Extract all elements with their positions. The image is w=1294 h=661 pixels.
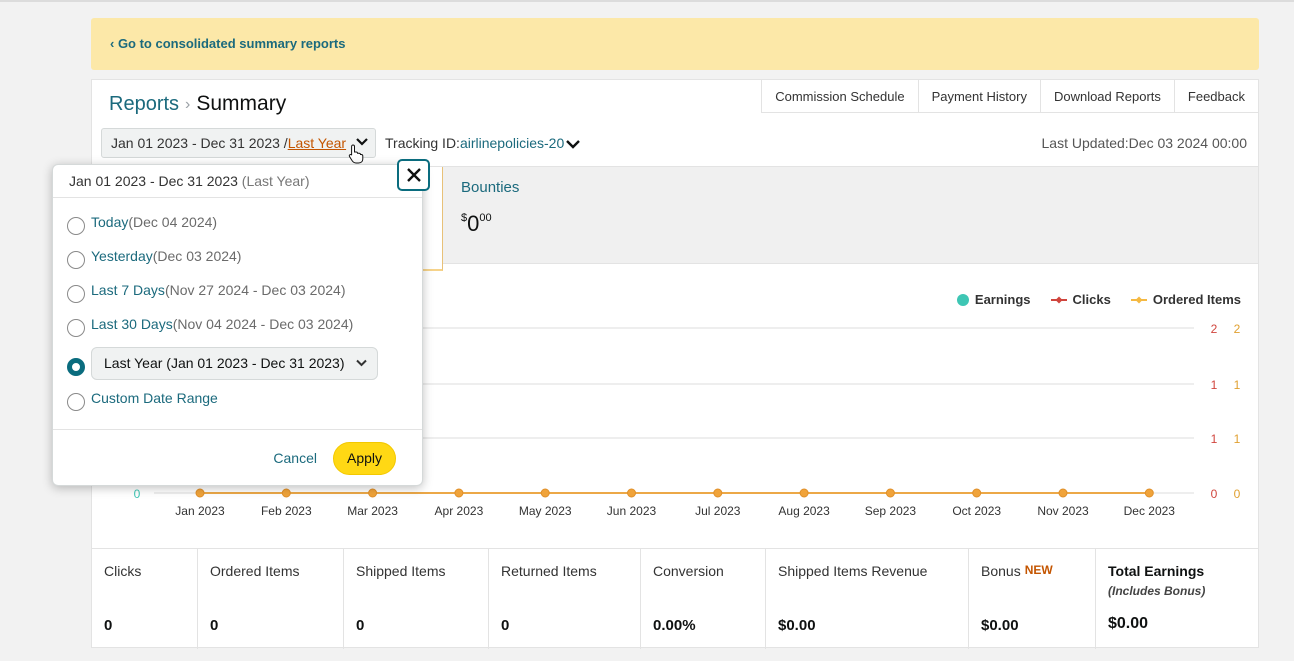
data-point [627,488,636,498]
popover-header: Jan 01 2023 - Dec 31 2023 (Last Year) [53,165,422,198]
radio-button[interactable] [67,251,85,269]
data-point [540,488,550,498]
option-today[interactable]: Today (Dec 04 2024) [67,213,218,235]
option-range: (Nov 27 2024 - Dec 03 2024) [164,282,346,298]
option-last-7-days[interactable]: Last 7 Days (Nov 27 2024 - Dec 03 2024) [67,281,346,303]
stat-label: Conversion [653,563,724,579]
clicks-axis-tick: 0 [1211,487,1218,501]
x-axis-tick: Jul 2023 [695,504,741,518]
stat-clicks: Clicks 0 [92,549,198,649]
data-point [281,488,291,498]
stat-value: 0 [501,617,510,634]
option-range: (Dec 04 2024) [128,214,218,230]
data-point [972,488,982,498]
bonus-label: Bonus [981,563,1021,579]
stat-label: Shipped Items Revenue [778,563,928,579]
summary-stats: Clicks 0 Ordered Items 0 Shipped Items 0… [92,548,1258,649]
stat-total-earnings: Total Earnings (Includes Bonus) $0.00 [1096,549,1258,649]
close-icon [407,168,421,182]
stat-value: 0.00% [653,617,696,634]
stat-label: Clicks [104,563,142,579]
data-point [1144,488,1154,498]
date-range-popover: Jan 01 2023 - Dec 31 2023 (Last Year) To… [52,164,423,486]
data-point [195,488,205,498]
ordered-axis-tick: 0 [1234,487,1241,501]
x-axis-tick: Mar 2023 [347,504,398,518]
x-axis-tick: Sep 2023 [865,504,917,518]
stat-label: Ordered Items [210,563,300,579]
option-name: Today [91,214,129,230]
clicks-axis-tick: 1 [1211,432,1218,446]
data-point [799,488,809,498]
popover-range: Jan 01 2023 - Dec 31 2023 [69,173,238,189]
x-axis-tick: Jan 2023 [175,504,225,518]
option-last-30-days[interactable]: Last 30 Days (Nov 04 2024 - Dec 03 2024) [67,315,354,337]
ordered-axis-tick: 1 [1234,432,1241,446]
new-badge: NEW [1024,563,1053,577]
top-divider [0,0,1294,2]
stat-label: Returned Items [501,563,597,579]
stat-value: $0.00 [981,617,1019,634]
stat-value: 0 [104,617,113,634]
stat-bonus: Bonus NEW $0.00 [969,549,1096,649]
stat-shipped-revenue: Shipped Items Revenue $0.00 [766,549,969,649]
stat-sublabel: (Includes Bonus) [1108,584,1206,598]
x-axis-tick: Oct 2023 [952,504,1001,518]
data-point [713,488,723,498]
radio-button[interactable] [67,319,85,337]
stat-shipped-items: Shipped Items 0 [344,549,489,649]
option-yesterday[interactable]: Yesterday (Dec 03 2024) [67,247,242,269]
ordered-axis-tick: 2 [1234,322,1241,336]
consolidated-banner: ‹ Go to consolidated summary reports [91,18,1259,70]
option-name: Last 7 Days [91,282,165,298]
year-select[interactable]: Last Year (Jan 01 2023 - Dec 31 2023) [91,347,378,380]
stat-value: $0.00 [778,617,816,634]
clicks-axis-tick: 2 [1211,322,1218,336]
stat-returned-items: Returned Items 0 [489,549,641,649]
option-range: (Nov 04 2024 - Dec 03 2024) [172,316,354,332]
x-axis-tick: May 2023 [519,504,572,518]
option-last-year[interactable] [67,354,91,376]
data-point [368,488,378,498]
stat-conversion: Conversion 0.00% [641,549,766,649]
x-axis-tick: Dec 2023 [1124,504,1176,518]
clicks-axis-tick: 1 [1211,378,1218,392]
cancel-button[interactable]: Cancel [273,450,317,466]
radio-button[interactable] [67,217,85,235]
year-select-value: Last Year (Jan 01 2023 - Dec 31 2023) [104,355,345,371]
consolidated-summary-link[interactable]: ‹ Go to consolidated summary reports [110,36,346,51]
stat-value: $0.00 [1108,615,1149,632]
option-range: (Dec 03 2024) [152,248,242,264]
ordered-axis-tick: 1 [1234,378,1241,392]
x-axis-tick: Apr 2023 [435,504,484,518]
stat-label: Shipped Items [356,563,446,579]
stat-value: 0 [356,617,365,634]
stat-label: Bonus NEW [981,563,1053,579]
popover-footer: Cancel Apply [53,429,422,487]
x-axis-tick: Feb 2023 [261,504,312,518]
option-custom-range[interactable]: Custom Date Range [67,389,218,411]
stat-label: Total Earnings [1108,563,1205,579]
radio-button[interactable] [67,285,85,303]
stat-value: 0 [210,617,219,634]
x-axis-tick: Nov 2023 [1037,504,1089,518]
option-name: Last 30 Days [91,316,173,332]
x-axis-tick: Aug 2023 [778,504,830,518]
earnings-axis-tick: 0 [134,487,141,501]
data-point [1058,488,1068,498]
option-name: Custom Date Range [91,390,218,406]
apply-button[interactable]: Apply [333,442,396,475]
radio-button-selected[interactable] [67,358,85,376]
chevron-down-icon [356,359,367,367]
option-name: Yesterday [91,248,153,264]
radio-button[interactable] [67,393,85,411]
close-button[interactable] [397,159,430,191]
data-point [885,488,895,498]
stat-ordered-items: Ordered Items 0 [198,549,344,649]
data-point [454,488,464,498]
x-axis-tick: Jun 2023 [607,504,657,518]
popover-hint: (Last Year) [241,173,310,189]
